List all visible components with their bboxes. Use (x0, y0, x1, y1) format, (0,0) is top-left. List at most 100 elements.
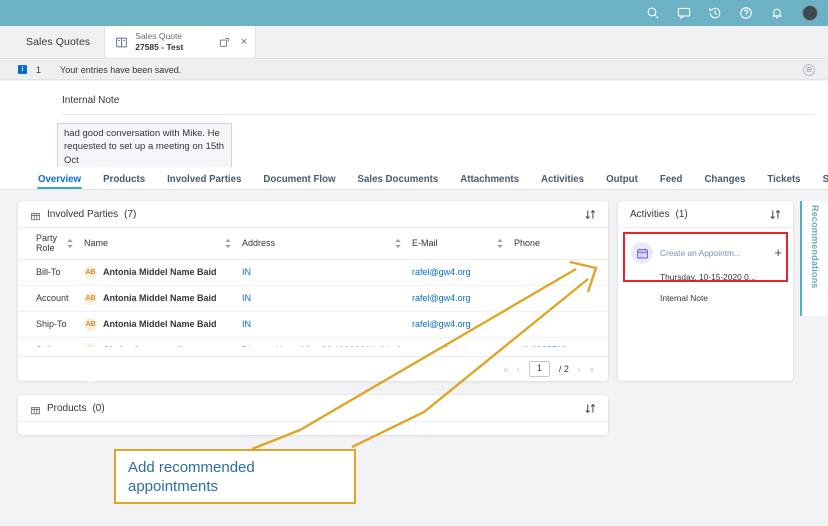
user-avatar[interactable] (802, 5, 818, 21)
table-row[interactable]: Account AB Antonia Middel Name Baid IN r… (18, 285, 608, 312)
pagination-prev-icon[interactable]: ‹ (517, 365, 520, 374)
tab-sales-documents[interactable]: Sales Documents (358, 174, 439, 189)
cell-party-role: Bill-To (18, 259, 84, 286)
cell-email-link[interactable]: rafel@gw4.org (412, 293, 471, 303)
bell-icon[interactable] (769, 6, 784, 21)
cell-email-link[interactable]: rafel@gw4.org (412, 319, 471, 329)
activity-list-item-highlighted[interactable]: Create an Appointm... Thursday, 10-15-20… (623, 232, 788, 303)
history-icon[interactable] (707, 6, 722, 21)
cell-name-label: Antonia Middel Name Baid (103, 293, 217, 304)
cell-party-role: Ship-To (18, 311, 84, 338)
column-header-phone[interactable]: Phone (514, 228, 608, 260)
column-header-address[interactable]: Address (242, 228, 412, 260)
table-pagination: « ‹ 1 / 2 › » (18, 356, 608, 381)
message-icon[interactable] (676, 6, 691, 21)
products-count: (0) (92, 402, 105, 414)
tab-overview[interactable]: Overview (36, 174, 83, 189)
cell-email: rafel@gw4.org (412, 311, 514, 338)
cell-name-label: Antonia Middel Name Baid (103, 319, 217, 330)
column-header-phone-label: Phone (514, 238, 541, 249)
cell-name: AB Antonia Middel Name Baid (84, 259, 242, 286)
tab-sales-quote-document[interactable]: Sales Quote 27585 - Test × (104, 26, 257, 58)
involved-parties-card: Involved Parties (7) Party Role Name Add… (18, 201, 608, 390)
doc-tab-close-icon[interactable]: × (241, 36, 247, 48)
column-header-address-label: Address (242, 238, 276, 249)
table-grid-icon (30, 209, 41, 220)
open-in-new-window-icon[interactable] (219, 37, 230, 48)
pagination-page-input[interactable]: 1 (528, 361, 550, 377)
cell-address-link[interactable]: IN (242, 319, 251, 329)
app-root: Sales Quotes Sales Quote 27585 - Test × … (0, 0, 828, 526)
table-row[interactable]: Ship-To AB Antonia Middel Name Baid IN r… (18, 311, 608, 338)
tab-activities[interactable]: Activities (541, 174, 584, 189)
cell-name: AB Antonia Middel Name Baid (84, 285, 242, 312)
involved-parties-sort-icon[interactable] (584, 208, 597, 221)
message-strip: i 1 Your entries have been saved. ⊝ (0, 60, 828, 80)
activities-sort-icon[interactable] (769, 208, 782, 221)
cell-email: rafel@gw4.org (412, 259, 514, 286)
column-header-name[interactable]: Name (84, 228, 242, 260)
table-row[interactable]: Bill-To AB Antonia Middel Name Baid IN r… (18, 259, 608, 286)
activity-title[interactable]: Create an Appointm... (660, 248, 741, 258)
tab-document-flow[interactable]: Document Flow (263, 174, 335, 189)
involved-parties-table-head: Party Role Name Address E-Mail Phone (18, 228, 608, 260)
section-tab-bar: Overview Products Involved Parties Docum… (0, 167, 828, 190)
message-text: Your entries have been saved. (60, 64, 182, 75)
internal-note-label: Internal Note (62, 95, 120, 106)
tab-sales-quotes[interactable]: Sales Quotes (0, 26, 104, 58)
row-clip-mask (19, 347, 607, 356)
sort-arrows-icon[interactable] (224, 238, 232, 249)
internal-note-value[interactable]: had good conversation with Mike. He requ… (57, 123, 232, 173)
cell-phone (514, 311, 608, 338)
recommendations-label: Recommendations (810, 205, 820, 289)
sort-arrows-icon[interactable] (496, 238, 504, 249)
tab-feed[interactable]: Feed (660, 174, 683, 189)
cell-address: IN (242, 285, 412, 312)
cell-phone (514, 259, 608, 286)
activities-count: (1) (675, 208, 688, 220)
products-sort-icon[interactable] (584, 402, 597, 415)
info-icon: i (18, 65, 27, 74)
activity-type: Internal Note (660, 293, 708, 303)
object-page-header: Internal Note had good conversation with… (0, 81, 828, 173)
column-header-party-role[interactable]: Party Role (18, 228, 84, 260)
cell-email: rafel@gw4.org (412, 285, 514, 312)
cell-address-link[interactable]: IN (242, 293, 251, 303)
doc-tab-subtitle: Sales Quote (135, 31, 183, 42)
annotation-text: Add recommended appointments (128, 459, 255, 496)
pagination-next-icon[interactable]: › (578, 365, 581, 374)
cell-party-role: Account (18, 285, 84, 312)
message-collapse-button[interactable]: ⊝ (803, 63, 815, 76)
tab-strip: Sales Quotes Sales Quote 27585 - Test × (0, 26, 828, 59)
doc-tab-title: 27585 - Test (135, 42, 184, 52)
table-grid-icon (30, 403, 41, 414)
tab-products[interactable]: Products (103, 174, 145, 189)
tab-sales-quotes-label: Sales Quotes (26, 36, 91, 48)
search-icon[interactable] (645, 6, 660, 21)
activity-date: Thursday, 10-15-2020 0... (660, 272, 756, 282)
tab-involved-parties[interactable]: Involved Parties (167, 174, 241, 189)
cell-email-link[interactable]: rafel@gw4.org (412, 267, 471, 277)
help-icon[interactable] (738, 6, 753, 21)
cell-phone (514, 285, 608, 312)
tab-output[interactable]: Output (606, 174, 638, 189)
cell-address-link[interactable]: IN (242, 267, 251, 277)
tab-attachments[interactable]: Attachments (460, 174, 519, 189)
column-header-email[interactable]: E-Mail (412, 228, 514, 260)
pagination-first-icon[interactable]: « (504, 365, 508, 374)
activities-header: Activities (1) (618, 201, 793, 228)
tab-changes[interactable]: Changes (704, 174, 745, 189)
column-header-email-label: E-Mail (412, 238, 438, 249)
involved-parties-header: Involved Parties (7) (18, 201, 608, 228)
column-header-name-label: Name (84, 238, 109, 249)
add-activity-button[interactable]: + (774, 245, 782, 260)
sort-arrows-icon[interactable] (66, 238, 74, 249)
cell-address: IN (242, 259, 412, 286)
pagination-last-icon[interactable]: » (590, 365, 594, 374)
doc-tab-actions: × (219, 36, 247, 48)
tab-survey[interactable]: Survey (823, 174, 828, 189)
sort-arrows-icon[interactable] (394, 238, 402, 249)
annotation-callout: Add recommended appointments (114, 449, 356, 504)
recommendations-rail[interactable]: Recommendations (800, 201, 828, 316)
tab-tickets[interactable]: Tickets (767, 174, 800, 189)
